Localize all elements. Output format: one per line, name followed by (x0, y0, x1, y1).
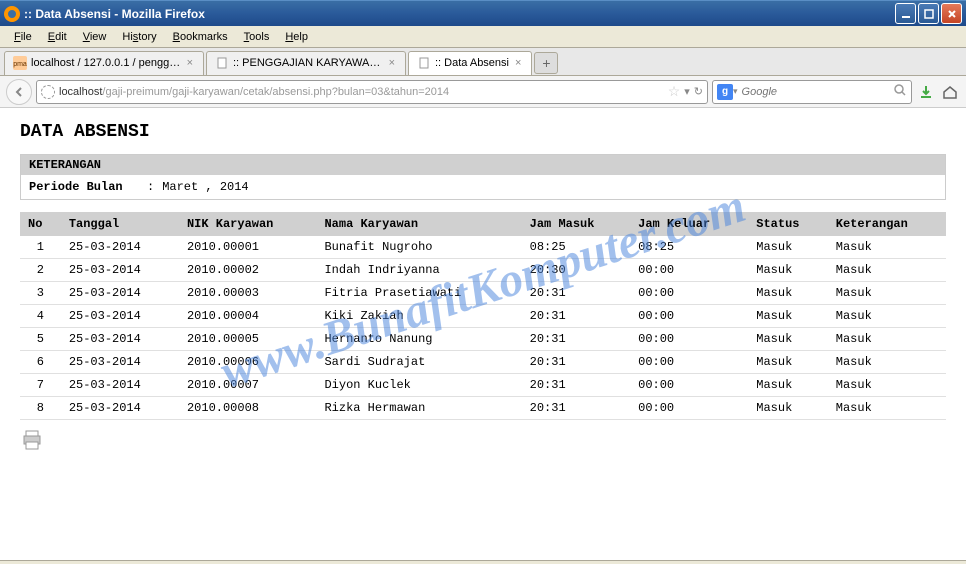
col-no: No (20, 212, 61, 236)
dropdown-icon[interactable]: ▾ (684, 85, 690, 98)
col-nama: Nama Karyawan (316, 212, 521, 236)
menu-tools[interactable]: Tools (236, 29, 278, 45)
table-row: 525-03-20142010.00005Hernanto Nanung20:3… (20, 328, 946, 351)
table-row: 825-03-20142010.00008Rizka Hermawan20:31… (20, 397, 946, 420)
back-button[interactable] (6, 79, 32, 105)
maximize-button[interactable] (918, 3, 939, 24)
col-status: Status (748, 212, 828, 236)
tab-label: :: PENGGAJIAN KARYAWAN v 2.1 - Siste… (233, 57, 383, 69)
menu-view[interactable]: View (75, 29, 115, 45)
globe-icon (41, 85, 55, 99)
menu-help[interactable]: Help (277, 29, 316, 45)
close-button[interactable] (941, 3, 962, 24)
url-bar[interactable]: localhost/gaji-preimum/gaji-karyawan/cet… (36, 80, 708, 104)
menu-edit[interactable]: Edit (40, 29, 75, 45)
col-keterangan: Keterangan (828, 212, 946, 236)
tab-label: :: Data Absensi (435, 57, 509, 69)
menu-file[interactable]: File (6, 29, 40, 45)
page-icon (215, 56, 229, 70)
table-row: 725-03-20142010.00007Diyon Kuclek20:3100… (20, 374, 946, 397)
periode-label: Periode Bulan (29, 180, 139, 194)
new-tab-button[interactable]: + (534, 52, 558, 74)
minimize-button[interactable] (895, 3, 916, 24)
search-input[interactable] (738, 86, 893, 98)
page-icon (417, 56, 431, 70)
menu-bookmarks[interactable]: Bookmarks (165, 29, 236, 45)
col-tanggal: Tanggal (61, 212, 179, 236)
window-titlebar: :: Data Absensi - Mozilla Firefox (0, 0, 966, 26)
svg-text:pma: pma (13, 61, 27, 68)
page-content: www.BunafitKomputer.com DATA ABSENSI KET… (0, 108, 966, 560)
window-title: :: Data Absensi - Mozilla Firefox (24, 7, 895, 21)
page-title: DATA ABSENSI (20, 122, 946, 142)
table-row: 425-03-20142010.00004Kiki Zakiah20:3100:… (20, 305, 946, 328)
menubar: File Edit View History Bookmarks Tools H… (0, 26, 966, 48)
tab-label: localhost / 127.0.0.1 / penggajian_karya… (31, 57, 181, 69)
tab-close-icon[interactable]: × (185, 57, 195, 69)
attendance-table: No Tanggal NIK Karyawan Nama Karyawan Ja… (20, 212, 946, 420)
info-header: KETERANGAN (21, 155, 945, 175)
table-row: 125-03-20142010.00001Bunafit Nugroho08:2… (20, 236, 946, 259)
tab-close-icon[interactable]: × (513, 57, 523, 69)
menu-history[interactable]: History (114, 29, 164, 45)
info-box: KETERANGAN Periode Bulan : Maret , 2014 (20, 154, 946, 200)
search-go-icon[interactable] (893, 83, 907, 100)
download-icon[interactable] (916, 82, 936, 102)
tab-2[interactable]: :: PENGGAJIAN KARYAWAN v 2.1 - Siste… × (206, 51, 406, 75)
navbar: localhost/gaji-preimum/gaji-karyawan/cet… (0, 76, 966, 108)
url-text: localhost/gaji-preimum/gaji-karyawan/cet… (59, 86, 668, 98)
tab-3[interactable]: :: Data Absensi × (408, 51, 532, 75)
table-row: 625-03-20142010.00006Sardi Sudrajat20:31… (20, 351, 946, 374)
table-row: 325-03-20142010.00003Fitria Prasetiawati… (20, 282, 946, 305)
col-nik: NIK Karyawan (179, 212, 317, 236)
table-header-row: No Tanggal NIK Karyawan Nama Karyawan Ja… (20, 212, 946, 236)
reload-icon[interactable]: ↻ (694, 85, 703, 98)
phpmyadmin-icon: pma (13, 56, 27, 70)
info-row-periode: Periode Bulan : Maret , 2014 (21, 175, 945, 199)
tab-1[interactable]: pma localhost / 127.0.0.1 / penggajian_k… (4, 51, 204, 75)
periode-value: Maret , 2014 (162, 180, 248, 194)
col-jam-keluar: Jam Keluar (630, 212, 748, 236)
bookmark-star-icon[interactable]: ☆ (668, 83, 681, 100)
print-button[interactable] (20, 428, 44, 452)
table-row: 225-03-20142010.00002Indah Indriyanna20:… (20, 259, 946, 282)
tab-close-icon[interactable]: × (387, 57, 397, 69)
firefox-icon (4, 6, 20, 22)
tabbar: pma localhost / 127.0.0.1 / penggajian_k… (0, 48, 966, 76)
google-icon: g (717, 84, 733, 100)
search-box[interactable]: g ▾ (712, 80, 912, 104)
col-jam-masuk: Jam Masuk (522, 212, 630, 236)
home-icon[interactable] (940, 82, 960, 102)
statusbar (0, 560, 966, 564)
